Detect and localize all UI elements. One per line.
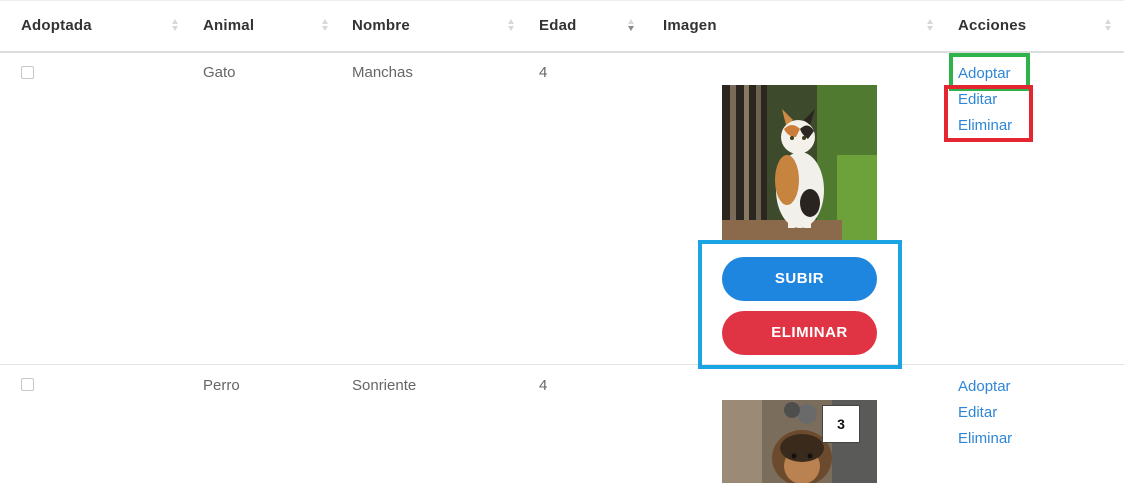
delete-link[interactable]: Eliminar xyxy=(958,430,1012,447)
header-label: Animal xyxy=(203,17,255,34)
animal-cell: Gato xyxy=(203,64,236,81)
image-buttons-highlight-box xyxy=(698,240,902,369)
sort-icon[interactable] xyxy=(171,18,179,34)
header-imagen[interactable]: Imagen xyxy=(663,1,717,51)
table-row: Perro Sonriente 4 3 Adoptar Editar Elimi… xyxy=(0,365,1124,483)
adopted-checkbox[interactable] xyxy=(21,66,34,79)
edit-delete-highlight-box xyxy=(944,85,1033,142)
sort-icon[interactable] xyxy=(321,18,329,34)
pet-photo-cat xyxy=(722,85,877,240)
header-label: Edad xyxy=(539,17,577,34)
header-label: Nombre xyxy=(352,17,410,34)
age-cell: 4 xyxy=(539,377,548,394)
header-edad[interactable]: Edad xyxy=(539,1,576,51)
header-label: Acciones xyxy=(958,17,1027,34)
adopted-checkbox[interactable] xyxy=(21,378,34,391)
header-label: Imagen xyxy=(663,17,717,34)
table-header: Adoptada Animal Nombre Edad Imagen Accio… xyxy=(0,0,1124,53)
header-label: Adoptada xyxy=(21,17,92,34)
animal-cell: Perro xyxy=(203,377,240,394)
header-acciones[interactable]: Acciones xyxy=(958,1,1026,51)
name-cell: Manchas xyxy=(352,64,413,81)
header-adoptada[interactable]: Adoptada xyxy=(21,1,92,51)
sort-icon[interactable] xyxy=(507,18,515,34)
image-count-badge: 3 xyxy=(822,405,860,443)
header-animal[interactable]: Animal xyxy=(203,1,254,51)
name-cell: Sonriente xyxy=(352,377,417,394)
adopt-link[interactable]: Adoptar xyxy=(958,378,1011,395)
header-nombre[interactable]: Nombre xyxy=(352,1,410,51)
edit-link[interactable]: Editar xyxy=(958,404,997,421)
sort-icon[interactable] xyxy=(926,18,934,34)
sort-icon[interactable] xyxy=(1104,18,1112,34)
age-cell: 4 xyxy=(539,64,548,81)
sort-descending-icon[interactable] xyxy=(627,18,635,34)
